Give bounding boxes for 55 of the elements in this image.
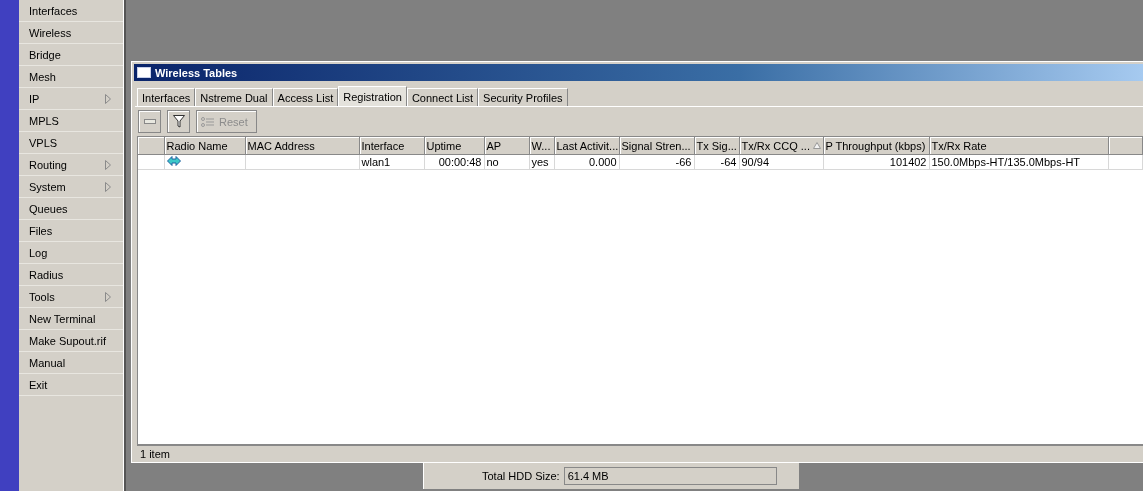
menu-item[interactable]: IP — [19, 88, 123, 110]
column-header[interactable]: Tx Sig... — [694, 137, 739, 155]
table-cell: yes — [529, 154, 554, 170]
remove-button[interactable] — [138, 110, 161, 133]
status-bar: 1 item — [137, 445, 1143, 462]
tab[interactable]: Interfaces — [137, 88, 196, 107]
column-header[interactable]: W... — [529, 137, 554, 155]
table-cell — [1108, 154, 1143, 170]
column-header[interactable]: P Throughput (kbps) — [823, 137, 929, 155]
menu-item[interactable]: Radius — [19, 264, 123, 286]
window-title: Wireless Tables — [155, 66, 238, 79]
list-icon — [201, 116, 215, 127]
column-header[interactable]: Tx/Rx CCQ ... — [739, 137, 823, 155]
menu-item[interactable]: Mesh — [19, 66, 123, 88]
table-cell: -64 — [694, 154, 739, 170]
column-header[interactable]: Last Activit... — [554, 137, 619, 155]
column-header[interactable]: Interface — [359, 137, 424, 155]
column-header[interactable]: Radio Name — [164, 137, 245, 155]
table-cell: 90/94 — [739, 154, 823, 170]
menu-item[interactable]: MPLS — [19, 110, 123, 132]
column-header[interactable]: Signal Stren... — [619, 137, 694, 155]
table-cell: wlan1 — [359, 154, 424, 170]
filter-icon — [172, 115, 185, 128]
menu-item[interactable]: Exit — [19, 374, 123, 396]
menu-item[interactable]: Interfaces — [19, 0, 123, 22]
column-header[interactable]: Uptime — [424, 137, 484, 155]
menu-item[interactable]: Make Supout.rif — [19, 330, 123, 352]
column-header[interactable]: AP — [484, 137, 529, 155]
menu-item[interactable]: System — [19, 176, 123, 198]
hdd-size-field: 61.4 MB — [563, 467, 777, 485]
tab[interactable]: Registration — [338, 86, 407, 107]
sort-arrow-icon — [812, 142, 821, 149]
field-label: Total HDD Size: — [482, 470, 560, 482]
menu-item[interactable]: Routing — [19, 154, 123, 176]
filter-button[interactable] — [167, 110, 190, 133]
column-header[interactable]: Tx/Rx Rate — [929, 137, 1108, 155]
table-cell: 0.000 — [554, 154, 619, 170]
menu-item[interactable]: Manual — [19, 352, 123, 374]
table-cell: 00:00:48 — [424, 154, 484, 170]
menu-item[interactable]: Bridge — [19, 44, 123, 66]
column-header[interactable]: MAC Address — [245, 137, 359, 155]
table-cell: 150.0Mbps-HT/135.0Mbps-HT — [929, 154, 1108, 170]
double-arrow-icon — [166, 156, 181, 166]
menu-item[interactable]: Files — [19, 220, 123, 242]
menu-item[interactable]: New Terminal — [19, 308, 123, 330]
minus-icon — [143, 118, 156, 125]
table-cell: no — [484, 154, 529, 170]
window-icon — [137, 67, 151, 78]
menu-item[interactable]: VPLS — [19, 132, 123, 154]
menu-item[interactable]: Wireless — [19, 22, 123, 44]
menu-item[interactable]: Tools — [19, 286, 123, 308]
table-cell: -66 — [619, 154, 694, 170]
menu-item[interactable]: Log — [19, 242, 123, 264]
menu-item[interactable]: Queues — [19, 198, 123, 220]
table-cell: 101402 — [823, 154, 929, 170]
